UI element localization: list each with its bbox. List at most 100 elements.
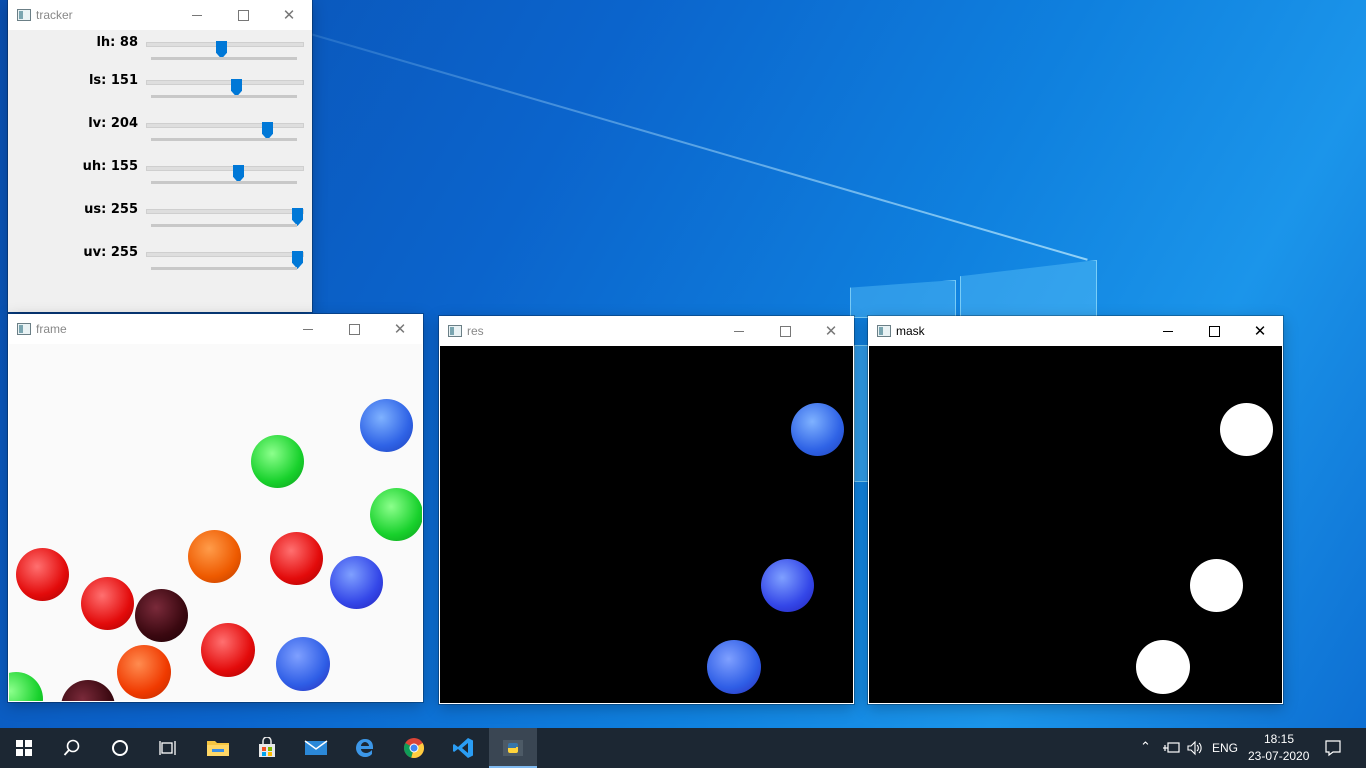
app-icon [17, 323, 31, 335]
start-button[interactable] [0, 728, 48, 768]
mask-titlebar[interactable]: mask ✕ [868, 316, 1283, 346]
maximize-button[interactable] [220, 0, 266, 30]
close-icon: ✕ [824, 323, 838, 340]
mail-button[interactable] [292, 728, 340, 768]
clock-time[interactable]: 18:15 [1264, 732, 1294, 746]
search-button[interactable] [48, 728, 96, 768]
orange-candy [188, 530, 241, 583]
wallpaper-light-beam [299, 30, 1088, 261]
task-view-icon [159, 741, 176, 755]
tray-overflow-icon[interactable]: ⌃ [1140, 739, 1151, 755]
trackbar-tick-bar [151, 57, 297, 60]
trackbar-track[interactable] [146, 208, 304, 226]
mask-window[interactable]: mask ✕ [868, 316, 1283, 704]
minimize-icon [734, 330, 744, 332]
trackbar-tick-bar [151, 181, 297, 184]
close-button[interactable]: ✕ [1237, 316, 1283, 346]
tracker-titlebar[interactable]: tracker ✕ [8, 0, 312, 30]
store-icon [259, 737, 275, 757]
trackbar-label: lh: 88 [96, 35, 138, 50]
mask-blob [1190, 559, 1243, 612]
blue-candy [707, 640, 761, 694]
vscode-button[interactable] [439, 728, 487, 768]
trackbar-tick-bar [151, 138, 297, 141]
windows-start-icon [16, 740, 32, 756]
close-icon: ✕ [1253, 323, 1267, 340]
blue-candy [360, 399, 413, 452]
language-indicator[interactable]: ENG [1212, 741, 1238, 755]
trackbar-row: uh: 155 [8, 159, 312, 199]
trackbar-label: uv: 255 [83, 245, 138, 260]
network-icon[interactable] [1162, 740, 1180, 756]
trackbar-label: lv: 204 [88, 116, 138, 131]
app-icon [17, 9, 31, 21]
edge-icon [356, 739, 373, 757]
minimize-button[interactable] [1145, 316, 1191, 346]
green-candy [370, 488, 422, 541]
res-window[interactable]: res ✕ [439, 316, 854, 704]
trackbar-tick-bar [151, 224, 297, 227]
red-candy [201, 623, 255, 677]
minimize-button[interactable] [285, 314, 331, 344]
mask-image [869, 346, 1282, 703]
trackbar-label: us: 255 [84, 202, 138, 217]
taskbar: ⌃ ENG 18:15 23-07-2020 [0, 728, 1366, 768]
task-view-button[interactable] [144, 728, 192, 768]
chrome-button[interactable] [390, 728, 438, 768]
window-title: res [467, 324, 484, 338]
window-title: mask [896, 324, 925, 338]
clock-date[interactable]: 23-07-2020 [1248, 749, 1309, 763]
store-button[interactable] [243, 728, 291, 768]
trackbar-track[interactable] [146, 165, 304, 183]
trackbar-tick-bar [151, 95, 297, 98]
trackbar-track[interactable] [146, 251, 304, 269]
trackbar-tick-bar [151, 267, 297, 270]
cortana-button[interactable] [96, 728, 144, 768]
green-candy [9, 672, 43, 701]
close-button[interactable]: ✕ [266, 0, 312, 30]
blue-candy [791, 403, 844, 456]
frame-window[interactable]: frame ✕ [8, 314, 423, 702]
maximize-button[interactable] [331, 314, 377, 344]
maximize-button[interactable] [1191, 316, 1237, 346]
res-titlebar[interactable]: res ✕ [439, 316, 854, 346]
trackbar-track[interactable] [146, 122, 304, 140]
trackbar-label: ls: 151 [88, 73, 138, 88]
mask-blob [1136, 640, 1190, 694]
trackbar-track[interactable] [146, 41, 304, 59]
chrome-icon [403, 738, 425, 758]
frame-image [9, 344, 422, 701]
minimize-icon [303, 328, 313, 330]
cortana-icon [112, 740, 128, 756]
close-button[interactable]: ✕ [808, 316, 854, 346]
mask-blob [1220, 403, 1273, 456]
volume-icon[interactable] [1186, 740, 1204, 756]
trackbar-label: uh: 155 [82, 159, 138, 174]
close-icon: ✕ [282, 7, 296, 24]
python-button[interactable] [489, 728, 537, 768]
maximize-icon [779, 325, 791, 337]
minimize-button[interactable] [716, 316, 762, 346]
vscode-icon [453, 738, 473, 758]
orange-candy [117, 645, 171, 699]
maximize-button[interactable] [762, 316, 808, 346]
edge-button[interactable] [341, 728, 389, 768]
frame-titlebar[interactable]: frame ✕ [8, 314, 423, 344]
minimize-button[interactable] [174, 0, 220, 30]
notification-icon[interactable] [1324, 739, 1342, 757]
trackbar-row: ls: 151 [8, 73, 312, 113]
blue-candy [761, 559, 814, 612]
trackbar-track[interactable] [146, 79, 304, 97]
wallpaper-logo-pane [960, 260, 1097, 318]
trackbar-row: uv: 255 [8, 245, 312, 285]
tracker-window[interactable]: tracker ✕ lh: 88 ls: 151 lv: 204 uh: 155 us:… [8, 0, 312, 312]
file-explorer-button[interactable] [194, 728, 242, 768]
window-title: frame [36, 322, 67, 336]
trackbar-row: lh: 88 [8, 35, 312, 75]
red-candy [270, 532, 323, 585]
res-image [440, 346, 853, 703]
app-icon [448, 325, 462, 337]
maximize-icon [1208, 325, 1220, 337]
close-button[interactable]: ✕ [377, 314, 423, 344]
file-explorer-icon [207, 741, 229, 756]
